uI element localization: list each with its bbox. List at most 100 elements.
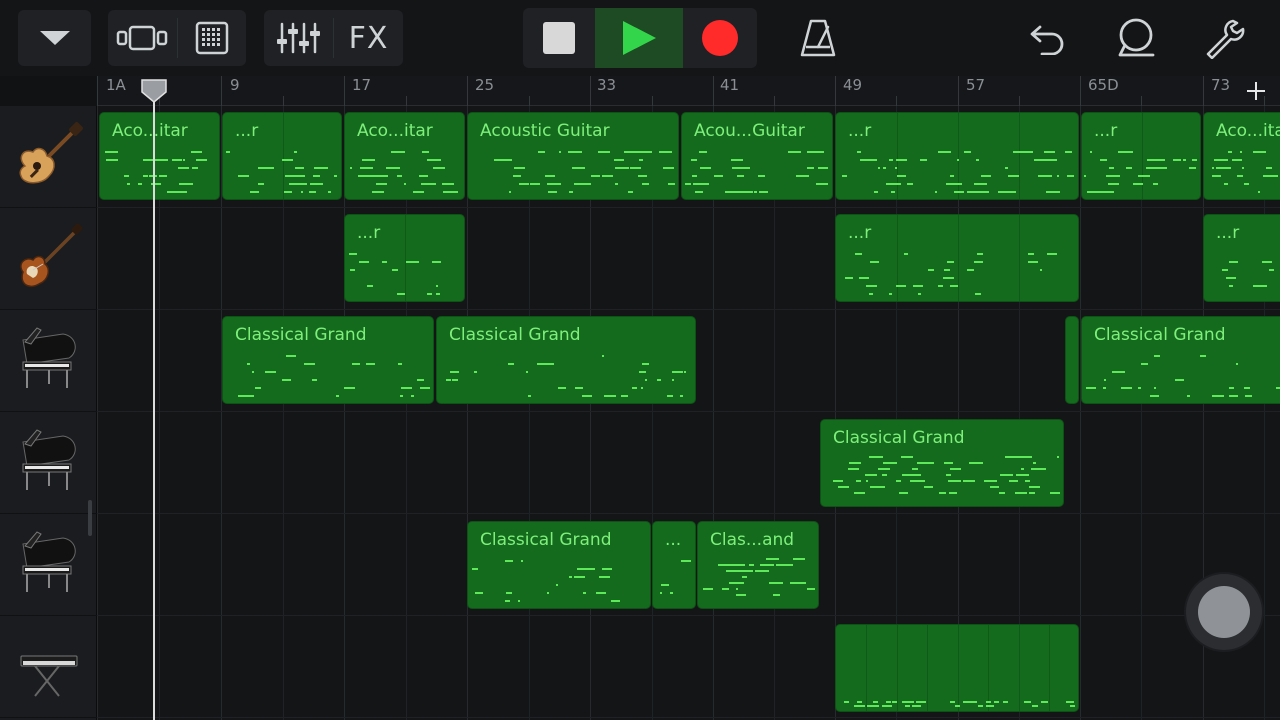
region-title: Classical Grand bbox=[480, 530, 612, 550]
region-notes bbox=[698, 550, 818, 608]
grand-piano-icon bbox=[21, 326, 76, 388]
region-title: Aco...itar bbox=[112, 121, 188, 141]
play-icon bbox=[623, 21, 656, 55]
track-header-classical-grand-1[interactable] bbox=[0, 310, 97, 412]
ruler-label: 9 bbox=[230, 76, 240, 94]
region-notes bbox=[100, 141, 219, 199]
ruler-label: 41 bbox=[720, 76, 740, 94]
ruler-label: 57 bbox=[966, 76, 986, 94]
track-lane-classical-grand-2[interactable] bbox=[97, 412, 1280, 514]
region-acoustic-guitar[interactable]: ...r bbox=[1081, 112, 1201, 200]
ruler-label: 33 bbox=[597, 76, 617, 94]
arrange-area[interactable]: Aco...itar ...r Aco...itar Acoustic Guit… bbox=[97, 106, 1280, 720]
record-icon bbox=[702, 20, 738, 56]
assistive-touch-button[interactable] bbox=[1186, 574, 1262, 650]
region-classical-grand[interactable]: Classical Grand bbox=[222, 316, 434, 404]
region-notes bbox=[1082, 345, 1280, 403]
region-bass[interactable]: ...r bbox=[344, 214, 465, 302]
fx-button[interactable]: FX bbox=[334, 10, 403, 66]
track-headers bbox=[0, 106, 97, 720]
acoustic-guitar-icon bbox=[18, 121, 83, 183]
region-title: Aco...ita bbox=[1216, 121, 1280, 141]
region-notes bbox=[836, 243, 1078, 301]
region-bass[interactable]: ...r bbox=[1203, 214, 1280, 302]
region-notes bbox=[653, 550, 695, 608]
region-notes bbox=[437, 345, 695, 403]
track-lane-bass[interactable] bbox=[97, 208, 1280, 310]
header-resize-handle[interactable] bbox=[88, 500, 92, 536]
tracks-view-button[interactable] bbox=[108, 10, 176, 66]
region-title: Classical Grand bbox=[235, 325, 367, 345]
region-acoustic-guitar[interactable]: Aco...ita bbox=[1203, 112, 1280, 200]
region-acoustic-guitar[interactable]: ...r bbox=[835, 112, 1079, 200]
add-section-button[interactable] bbox=[1242, 78, 1270, 104]
dropdown-icon bbox=[39, 31, 70, 45]
track-header-classical-grand-2[interactable] bbox=[0, 412, 97, 514]
track-header-bass[interactable] bbox=[0, 208, 97, 310]
ruler-label: 25 bbox=[475, 76, 495, 94]
region-classical-grand[interactable]: ... bbox=[652, 521, 696, 609]
region-acoustic-guitar[interactable]: Acou...Guitar bbox=[681, 112, 833, 200]
undo-icon bbox=[1030, 25, 1064, 55]
metronome-button[interactable] bbox=[794, 14, 842, 62]
settings-icon bbox=[1206, 19, 1245, 59]
region-bass[interactable]: ...r bbox=[835, 214, 1079, 302]
ruler-label: 49 bbox=[843, 76, 863, 94]
loop-browser-button[interactable] bbox=[1112, 14, 1160, 62]
region-classical-grand[interactable]: Classical Grand bbox=[1081, 316, 1280, 404]
timeline-ruler[interactable]: 1A 9 17 25 33 41 49 57 65D 73 bbox=[97, 76, 1280, 106]
track-header-acoustic-guitar[interactable] bbox=[0, 106, 97, 208]
transport-controls bbox=[523, 8, 757, 68]
mixer-button[interactable] bbox=[264, 10, 332, 66]
top-toolbar: FX bbox=[0, 0, 1280, 76]
region-keyboard[interactable] bbox=[835, 624, 1079, 712]
region-notes bbox=[682, 141, 832, 199]
region-notes bbox=[1204, 243, 1280, 301]
fx-label: FX bbox=[348, 20, 389, 56]
playhead-handle[interactable] bbox=[139, 78, 169, 104]
stop-button[interactable] bbox=[523, 8, 595, 68]
keyboard-synth-icon bbox=[20, 655, 77, 697]
assistive-touch-icon bbox=[1198, 586, 1250, 638]
region-notes bbox=[345, 243, 464, 301]
region-notes bbox=[468, 141, 678, 199]
ruler-label: 1A bbox=[106, 76, 126, 94]
region-title: Classical Grand bbox=[833, 428, 965, 448]
region-title: Aco...itar bbox=[357, 121, 433, 141]
region-title: Acoustic Guitar bbox=[480, 121, 610, 141]
region-classical-grand[interactable]: Classical Grand bbox=[820, 419, 1064, 507]
track-dropdown-button[interactable] bbox=[18, 10, 91, 66]
record-button[interactable] bbox=[683, 8, 757, 68]
ruler-label: 73 bbox=[1211, 76, 1231, 94]
region-notes bbox=[468, 550, 650, 608]
region-title: ...r bbox=[235, 121, 259, 141]
undo-button[interactable] bbox=[1024, 14, 1072, 62]
mixer-icon bbox=[277, 22, 320, 54]
region-acoustic-guitar[interactable]: Aco...itar bbox=[99, 112, 220, 200]
region-title: ...r bbox=[1216, 223, 1240, 243]
metronome-icon bbox=[800, 19, 836, 57]
region-acoustic-guitar[interactable]: ...r bbox=[222, 112, 342, 200]
region-title: Acou...Guitar bbox=[694, 121, 805, 141]
playhead-line bbox=[153, 96, 155, 720]
track-header-keyboard[interactable] bbox=[0, 616, 97, 718]
play-button[interactable] bbox=[595, 8, 683, 68]
region-classical-grand[interactable]: Clas...and bbox=[697, 521, 819, 609]
region-title: Classical Grand bbox=[449, 325, 581, 345]
track-header-classical-grand-3[interactable] bbox=[0, 514, 97, 616]
grid-view-button[interactable] bbox=[178, 10, 246, 66]
region-classical-grand[interactable]: Classical Grand bbox=[436, 316, 696, 404]
region-title: ...r bbox=[1094, 121, 1118, 141]
region-notes bbox=[223, 345, 433, 403]
settings-button[interactable] bbox=[1200, 14, 1248, 62]
grand-piano-icon bbox=[21, 428, 76, 490]
stop-icon bbox=[543, 22, 575, 54]
region-classical-grand[interactable] bbox=[1065, 316, 1079, 404]
region-acoustic-guitar[interactable]: Aco...itar bbox=[344, 112, 465, 200]
region-classical-grand[interactable]: Classical Grand bbox=[467, 521, 651, 609]
view-button-group bbox=[108, 10, 246, 66]
bass-guitar-icon bbox=[19, 222, 83, 287]
track-lane-keyboard[interactable] bbox=[97, 616, 1280, 718]
plus-icon bbox=[1247, 82, 1265, 100]
region-acoustic-guitar[interactable]: Acoustic Guitar bbox=[467, 112, 679, 200]
